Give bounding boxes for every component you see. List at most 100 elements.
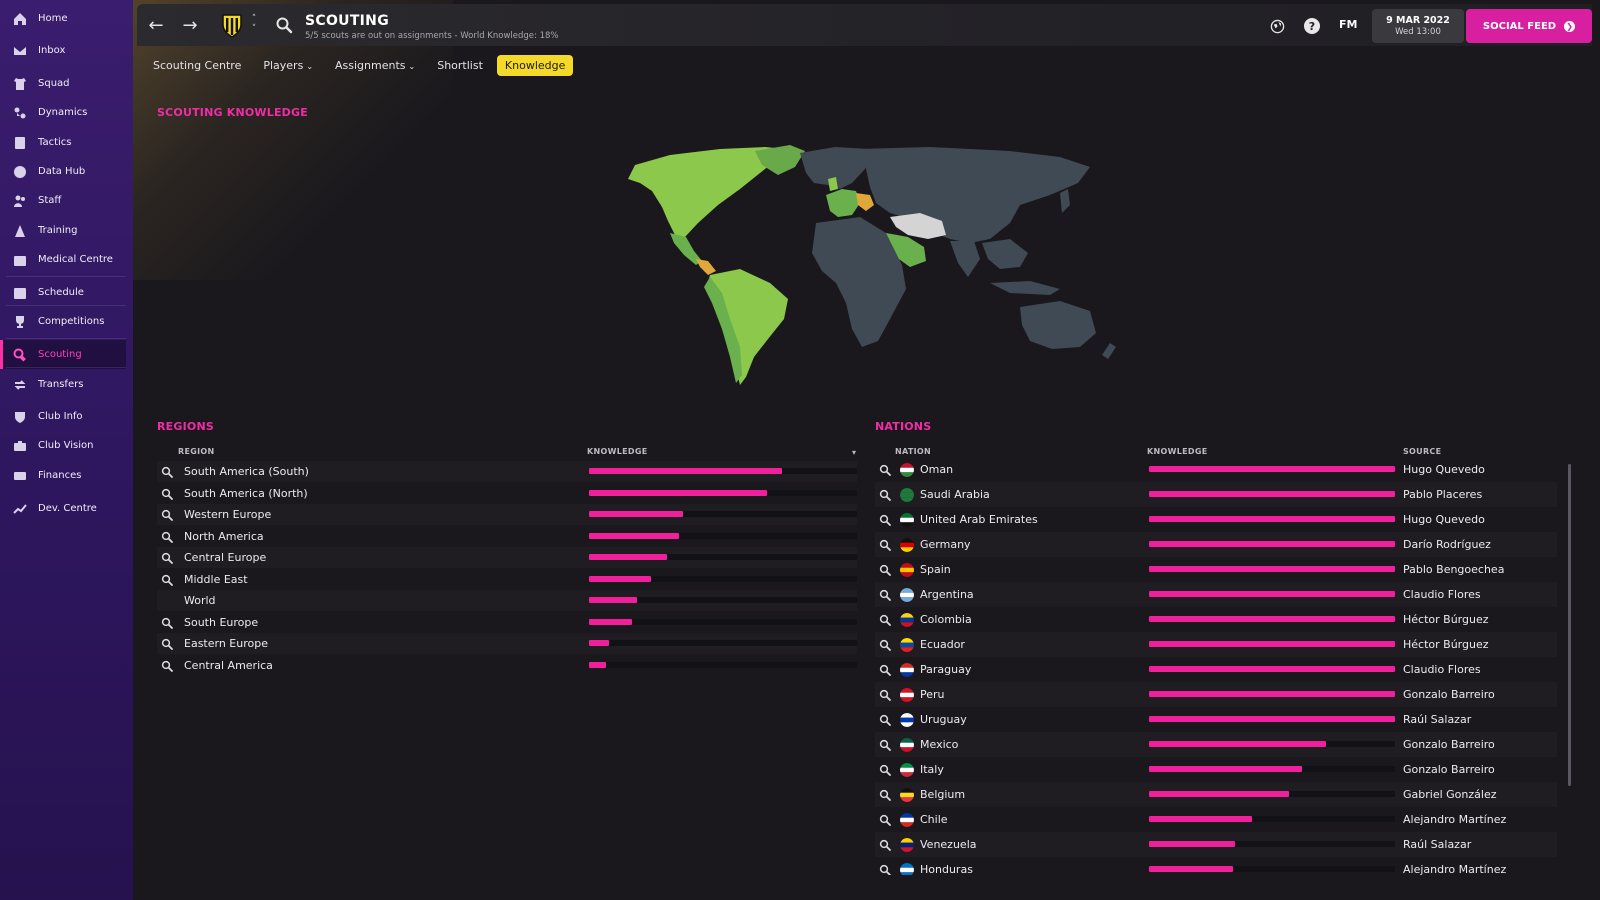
source-scout-name[interactable]: Gonzalo Barreiro bbox=[1403, 738, 1495, 751]
knowledge-column-header[interactable]: KNOWLEDGE bbox=[587, 447, 647, 456]
nation-name[interactable]: Saudi Arabia bbox=[920, 488, 990, 501]
social-feed-button[interactable]: SOCIAL FEED ❯ bbox=[1466, 9, 1592, 43]
search-icon[interactable] bbox=[879, 564, 891, 576]
world-knowledge-map[interactable] bbox=[590, 143, 1150, 393]
nation-name[interactable]: United Arab Emirates bbox=[920, 513, 1038, 526]
source-column-header[interactable]: SOURCE bbox=[1403, 447, 1441, 456]
search-icon[interactable] bbox=[879, 739, 891, 751]
club-crest-icon[interactable] bbox=[221, 12, 243, 38]
sidebar-item-dynamics[interactable]: Dynamics bbox=[0, 98, 126, 127]
table-row[interactable]: Chile Alejandro Martínez bbox=[875, 807, 1557, 832]
tab-assignments[interactable]: Assignments ⌄ bbox=[327, 55, 423, 76]
table-row[interactable]: Honduras Alejandro Martínez bbox=[875, 857, 1557, 875]
source-scout-name[interactable]: Claudio Flores bbox=[1403, 663, 1481, 676]
source-scout-name[interactable]: Pablo Bengoechea bbox=[1403, 563, 1504, 576]
search-icon[interactable] bbox=[879, 539, 891, 551]
source-scout-name[interactable]: Héctor Búrguez bbox=[1403, 638, 1489, 651]
search-icon[interactable] bbox=[161, 638, 173, 650]
table-row[interactable]: South Europe bbox=[157, 612, 857, 633]
nation-name[interactable]: Oman bbox=[920, 463, 953, 476]
table-row[interactable]: Paraguay Claudio Flores bbox=[875, 657, 1557, 682]
table-row[interactable]: Middle East bbox=[157, 569, 857, 590]
search-icon[interactable] bbox=[879, 589, 891, 601]
search-icon[interactable] bbox=[879, 639, 891, 651]
nations-scrollbar[interactable] bbox=[1568, 464, 1571, 786]
tab-knowledge[interactable]: Knowledge bbox=[496, 54, 574, 76]
table-row[interactable]: Western Europe bbox=[157, 504, 857, 525]
search-icon[interactable] bbox=[879, 789, 891, 801]
fm-logo[interactable]: FM bbox=[1339, 18, 1357, 31]
table-row[interactable]: Venezuela Raúl Salazar bbox=[875, 832, 1557, 857]
source-scout-name[interactable]: Raúl Salazar bbox=[1403, 713, 1471, 726]
sidebar-item-training[interactable]: Training bbox=[0, 216, 126, 245]
nation-name[interactable]: Spain bbox=[920, 563, 951, 576]
sidebar-item-home[interactable]: Home bbox=[0, 4, 126, 33]
sidebar-item-tactics[interactable]: Tactics bbox=[0, 128, 126, 157]
source-scout-name[interactable]: Pablo Placeres bbox=[1403, 488, 1482, 501]
region-column-header[interactable]: REGION bbox=[178, 447, 214, 456]
source-scout-name[interactable]: Gabriel González bbox=[1403, 788, 1496, 801]
table-row[interactable]: Peru Gonzalo Barreiro bbox=[875, 682, 1557, 707]
tab-players[interactable]: Players ⌄ bbox=[255, 55, 321, 76]
source-scout-name[interactable]: Alejandro Martínez bbox=[1403, 863, 1506, 875]
source-scout-name[interactable]: Raúl Salazar bbox=[1403, 838, 1471, 851]
search-icon[interactable] bbox=[879, 464, 891, 476]
table-row[interactable]: Mexico Gonzalo Barreiro bbox=[875, 732, 1557, 757]
sidebar-item-competitions[interactable]: Competitions bbox=[0, 307, 126, 336]
table-row[interactable]: North America bbox=[157, 526, 857, 547]
sidebar-item-medical-centre[interactable]: Medical Centre bbox=[0, 245, 126, 274]
globe-icon[interactable] bbox=[1267, 16, 1287, 36]
tab-scouting-centre[interactable]: Scouting Centre bbox=[145, 55, 249, 76]
club-switch-chevrons-icon[interactable]: ˄ ˅ bbox=[248, 14, 260, 36]
nation-name[interactable]: Paraguay bbox=[920, 663, 971, 676]
source-scout-name[interactable]: Gonzalo Barreiro bbox=[1403, 763, 1495, 776]
source-scout-name[interactable]: Hugo Quevedo bbox=[1403, 513, 1485, 526]
nation-name[interactable]: Italy bbox=[920, 763, 944, 776]
nation-name[interactable]: Uruguay bbox=[920, 713, 967, 726]
search-icon[interactable] bbox=[161, 574, 173, 586]
search-icon[interactable] bbox=[879, 714, 891, 726]
search-icon[interactable] bbox=[879, 764, 891, 776]
search-icon[interactable] bbox=[879, 839, 891, 851]
help-icon[interactable]: ? bbox=[1302, 16, 1322, 36]
nation-name[interactable]: Mexico bbox=[920, 738, 958, 751]
search-icon[interactable] bbox=[161, 466, 173, 478]
source-scout-name[interactable]: Claudio Flores bbox=[1403, 588, 1481, 601]
table-row[interactable]: World bbox=[157, 590, 857, 611]
search-icon[interactable] bbox=[879, 864, 891, 875]
sidebar-item-dev-centre[interactable]: Dev. Centre bbox=[0, 494, 126, 523]
source-scout-name[interactable]: Gonzalo Barreiro bbox=[1403, 688, 1495, 701]
table-row[interactable]: Oman Hugo Quevedo bbox=[875, 457, 1557, 482]
source-scout-name[interactable]: Hugo Quevedo bbox=[1403, 463, 1485, 476]
sidebar-item-inbox[interactable]: Inbox bbox=[0, 36, 126, 65]
table-row[interactable]: Italy Gonzalo Barreiro bbox=[875, 757, 1557, 782]
sidebar-item-club-info[interactable]: Club Info bbox=[0, 402, 126, 431]
table-row[interactable]: Saudi Arabia Pablo Placeres bbox=[875, 482, 1557, 507]
table-row[interactable]: Uruguay Raúl Salazar bbox=[875, 707, 1557, 732]
search-icon[interactable] bbox=[879, 489, 891, 501]
nation-column-header[interactable]: NATION bbox=[895, 447, 931, 456]
table-row[interactable]: Germany Darío Rodríguez bbox=[875, 532, 1557, 557]
nation-name[interactable]: Germany bbox=[920, 538, 971, 551]
table-row[interactable]: Belgium Gabriel González bbox=[875, 782, 1557, 807]
source-scout-name[interactable]: Darío Rodríguez bbox=[1403, 538, 1491, 551]
nation-name[interactable]: Venezuela bbox=[920, 838, 977, 851]
search-icon[interactable] bbox=[161, 552, 173, 564]
nation-name[interactable]: Belgium bbox=[920, 788, 965, 801]
table-row[interactable]: Eastern Europe bbox=[157, 633, 857, 654]
table-row[interactable]: South America (North) bbox=[157, 483, 857, 504]
search-icon[interactable] bbox=[879, 664, 891, 676]
nation-name[interactable]: Peru bbox=[920, 688, 945, 701]
sidebar-item-data-hub[interactable]: Data Hub bbox=[0, 157, 126, 186]
nation-name[interactable]: Argentina bbox=[920, 588, 974, 601]
back-arrow-icon[interactable]: ← bbox=[145, 14, 167, 36]
source-scout-name[interactable]: Alejandro Martínez bbox=[1403, 813, 1506, 826]
search-icon[interactable] bbox=[275, 16, 293, 34]
table-row[interactable]: United Arab Emirates Hugo Quevedo bbox=[875, 507, 1557, 532]
search-icon[interactable] bbox=[161, 509, 173, 521]
sidebar-item-schedule[interactable]: Schedule bbox=[0, 278, 126, 307]
search-icon[interactable] bbox=[879, 689, 891, 701]
source-scout-name[interactable]: Héctor Búrguez bbox=[1403, 613, 1489, 626]
date-box[interactable]: 9 MAR 2022 Wed 13:00 bbox=[1372, 9, 1464, 43]
search-icon[interactable] bbox=[161, 617, 173, 629]
